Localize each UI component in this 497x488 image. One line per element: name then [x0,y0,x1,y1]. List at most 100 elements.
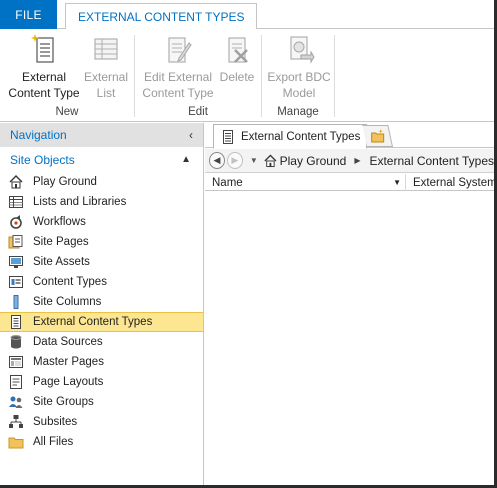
column-name-label: Name [212,176,243,189]
export-bdc-model-button[interactable]: Export BDC Model [264,33,334,101]
nav-item-label: Site Pages [33,236,89,248]
tab-external-content-types[interactable]: EXTERNAL CONTENT TYPES [65,3,258,30]
delete-button[interactable]: Delete [215,33,259,85]
column-header-name[interactable]: Name ▼ [205,174,406,191]
nav-item-master-pages[interactable]: Master Pages [0,352,203,372]
lists-icon [8,194,24,210]
main-content: External Content Types ◀ ▶ ▼ Play Ground… [205,123,494,485]
ribbon-tab-bar: FILE EXTERNAL CONTENT TYPES [0,0,494,30]
nav-item-label: Play Ground [33,176,97,188]
ribbon: External Content Type External List New [0,29,494,122]
content-types-icon [8,274,24,290]
arrow-right-icon: ▶ [231,155,239,165]
ribbon-group-new: External Content Type External List New [0,29,134,122]
collapse-pane-icon[interactable]: ‹ [189,128,193,142]
nav-item-subsites[interactable]: Subsites [0,412,203,432]
column-external-system-label: External System [413,176,494,189]
edit-ect-label-2: Content Type [142,86,214,100]
nav-item-label: Data Sources [33,336,103,348]
edit-ect-label-1: Edit External [143,70,213,84]
new-ect-label-2: Content Type [8,86,80,100]
nav-item-site-groups[interactable]: Site Groups [0,392,203,412]
external-content-types-icon [223,129,233,144]
nav-item-label: Site Assets [33,256,90,268]
nav-item-data-sources[interactable]: Data Sources [0,332,203,352]
site-assets-icon [8,254,24,270]
site-objects-header[interactable]: Site Objects ▲ [0,147,203,172]
group-label-new: New [55,106,79,118]
group-label-manage: Manage [277,106,319,118]
new-tab-icon [370,129,384,143]
nav-item-workflows[interactable]: Workflows [0,212,203,232]
breadcrumb-play-ground[interactable]: Play Ground [280,154,347,168]
navigation-header[interactable]: Navigation ‹ [0,123,203,147]
new-content-type-icon [31,34,54,63]
nav-item-site-pages[interactable]: Site Pages [0,232,203,252]
export-bdc-label-1: Export BDC [267,70,331,84]
nav-item-label: Page Layouts [33,376,104,388]
edit-external-content-type-button[interactable]: Edit External Content Type [139,33,217,101]
history-dropdown-icon[interactable]: ▼ [250,156,258,165]
nav-item-label: Site Groups [33,396,94,408]
column-header-external-system[interactable]: External System [406,174,494,191]
ribbon-group-manage: Export BDC Model Manage [262,29,334,122]
external-list-label-1: External [83,70,129,84]
delete-icon [228,37,248,63]
list-header: Name ▼ External System [205,174,494,191]
delete-label: Delete [219,70,255,84]
home-icon [8,174,24,190]
back-button[interactable]: ◀ [209,152,225,169]
new-tab-button[interactable] [362,125,393,147]
breadcrumb-external-content-types[interactable]: External Content Types [369,154,494,168]
new-ect-label-1: External [21,70,67,84]
nav-item-label: All Files [33,436,74,448]
tab-file[interactable]: FILE [0,0,57,29]
nav-item-site-columns[interactable]: Site Columns [0,292,203,312]
ribbon-group-edit: Edit External Content Type Delete Edit [135,29,261,122]
nav-item-lists-and-libraries[interactable]: Lists and Libraries [0,192,203,212]
workflow-icon [8,214,24,230]
nav-item-all-files[interactable]: All Files [0,432,203,452]
forward-button[interactable]: ▶ [226,152,243,169]
nav-item-site-assets[interactable]: Site Assets [0,252,203,272]
subsites-icon [8,414,24,430]
home-icon [264,154,277,167]
nav-item-label: Master Pages [33,356,104,368]
breadcrumb-bar: ◀ ▶ ▼ Play Ground ▶ External Content Typ… [205,149,494,173]
site-groups-icon [8,394,24,410]
navigation-title: Navigation [10,128,67,142]
edit-content-type-icon [168,37,192,63]
nav-item-label: Content Types [33,276,107,288]
export-bdc-icon [290,36,315,64]
sharepoint-designer-window: FILE EXTERNAL CONTENT TYPES External Con… [0,0,497,488]
nav-item-label: Lists and Libraries [33,196,127,208]
nav-item-content-types[interactable]: Content Types [0,272,203,292]
nav-item-page-layouts[interactable]: Page Layouts [0,372,203,392]
ribbon-divider [334,35,335,117]
nav-item-label: External Content Types [33,316,153,328]
data-sources-icon [8,334,24,350]
master-pages-icon [8,354,24,370]
nav-item-play-ground[interactable]: Play Ground [0,172,203,192]
tab-external-content-types-document[interactable]: External Content Types [213,124,367,149]
breadcrumb-separator-icon[interactable]: ▶ [354,156,360,165]
column-filter-dropdown-icon[interactable]: ▼ [393,178,401,187]
site-columns-icon [8,294,24,310]
external-list-icon [94,38,118,60]
page-layouts-icon [8,374,24,390]
external-list-button[interactable]: External List [82,33,130,101]
folder-icon [8,434,24,450]
site-pages-icon [8,234,24,250]
new-external-content-type-button[interactable]: External Content Type [6,33,82,101]
nav-item-external-content-types[interactable]: External Content Types [0,312,203,332]
chevron-up-icon[interactable]: ▲ [181,154,191,165]
site-objects-title: Site Objects [10,152,75,167]
arrow-left-icon: ◀ [213,155,221,165]
external-list-label-2: List [96,86,116,100]
export-bdc-label-2: Model [282,86,316,100]
nav-item-label: Site Columns [33,296,102,308]
nav-item-label: Workflows [33,216,86,228]
document-tab-strip: External Content Types [205,123,494,149]
navigation-pane: Navigation ‹ Site Objects ▲ Play Ground … [0,123,204,485]
nav-item-label: Subsites [33,416,78,428]
